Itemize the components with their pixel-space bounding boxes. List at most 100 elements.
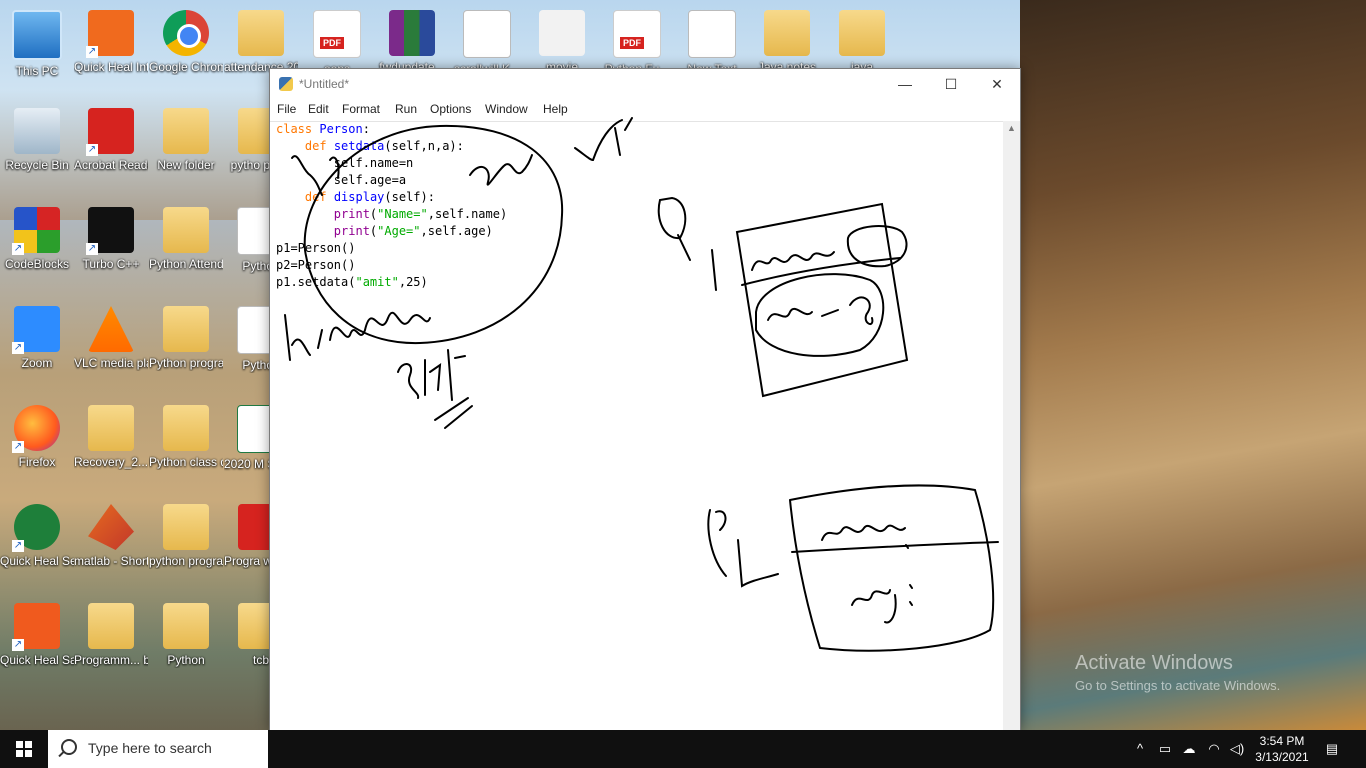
maximize-button[interactable]: ☐ — [928, 69, 974, 100]
system-clock[interactable]: 3:54 PM 3/13/2021 — [1252, 733, 1312, 765]
code-line[interactable]: def setdata(self,n,a): — [276, 138, 507, 155]
icon-label: Quick Heal Internet ... — [74, 60, 148, 74]
code-text[interactable]: class Person: def setdata(self,n,a): sel… — [276, 121, 507, 291]
idle-editor-window: *Untitled* — ☐ ✕ File Edit Format Run Op… — [269, 68, 1021, 732]
folder-icon — [88, 603, 134, 649]
scroll-up-icon[interactable]: ▲ — [1007, 123, 1016, 133]
desktop-icon-java[interactable]: java — [825, 10, 899, 75]
desktop-icon-matlab[interactable]: matlab - Shortcut — [74, 504, 148, 569]
desktop-icon-turbo-cpp[interactable]: Turbo C++ — [74, 207, 148, 272]
file-icon — [539, 10, 585, 56]
icon-label: Zoom — [21, 356, 53, 370]
icon-label: matlab - Shortcut — [74, 554, 148, 568]
code-editor[interactable]: class Person: def setdata(self,n,a): sel… — [270, 121, 1002, 731]
desktop-icon-recovery[interactable]: Recovery_2... — [74, 405, 148, 470]
folder-icon — [163, 207, 209, 253]
folder-icon — [163, 603, 209, 649]
desktop-icon-python-fu[interactable]: PDFPython Fu... — [600, 10, 674, 77]
desktop-icon-quick-heal[interactable]: Quick Heal Internet ... — [74, 10, 148, 75]
icon-label: This PC — [15, 64, 59, 78]
matlab-icon — [88, 504, 134, 550]
menu-window[interactable]: Window — [485, 102, 528, 116]
icon-label: VLC media player — [74, 356, 148, 370]
desktop-icon-java-notes[interactable]: Java notes — [750, 10, 824, 75]
desktop-icon-new-folder[interactable]: New folder — [149, 108, 223, 173]
icon-label: python programs — [149, 554, 223, 568]
code-line[interactable]: p1=Person() — [276, 240, 507, 257]
menu-edit[interactable]: Edit — [308, 102, 329, 116]
battery-icon[interactable]: ▭ — [1156, 730, 1174, 768]
code-line[interactable]: p2=Person() — [276, 257, 507, 274]
icon-label: Python — [167, 653, 205, 667]
code-line[interactable]: print("Age=",self.age) — [276, 223, 507, 240]
safe-banking-icon — [12, 603, 60, 651]
icon-label: Python class details — [149, 455, 223, 469]
taskbar: Type here to search ^ ▭ ☁ ◠ ◁) 3:54 PM 3… — [0, 730, 1366, 768]
desktop-icon-scrollwill[interactable]: scrollwill K... — [450, 10, 524, 77]
minimize-button[interactable]: — — [882, 69, 928, 100]
desktop-icon-python-class-details[interactable]: Python class details — [149, 405, 223, 470]
zoom-icon — [12, 306, 60, 354]
desktop-icon-programming-books[interactable]: Programm... books — [74, 603, 148, 668]
desktop-icon-fwdupdate[interactable]: fwdupdate... — [375, 10, 449, 75]
folder-icon — [163, 108, 209, 154]
desktop-icon-python-attendance[interactable]: Python Attendance — [149, 207, 223, 272]
code-line[interactable]: class Person: — [276, 121, 507, 138]
desktop-icon-vlc[interactable]: VLC media player — [74, 306, 148, 371]
desktop-icon-attendance[interactable]: attendance 202 — [224, 10, 298, 75]
quick-heal-icon — [86, 10, 134, 58]
icon-label: Google Chrome — [149, 60, 223, 74]
desktop-icon-python-programs[interactable]: python programs — [149, 504, 223, 569]
close-button[interactable]: ✕ — [974, 69, 1020, 100]
title-bar[interactable]: *Untitled* — ☐ ✕ — [270, 69, 1020, 100]
desktop-icon-quick-heal-browser[interactable]: Quick Heal Secure Br... — [0, 504, 74, 569]
chrome-icon — [163, 10, 209, 56]
desktop-icon-chrome[interactable]: Google Chrome — [149, 10, 223, 75]
volume-icon[interactable]: ◁) — [1228, 730, 1246, 768]
text-file-icon — [688, 10, 736, 58]
vertical-scrollbar[interactable]: ▲ — [1003, 121, 1020, 731]
desktop-icon-python-folder[interactable]: Python — [149, 603, 223, 668]
menu-help[interactable]: Help — [543, 102, 568, 116]
windows-logo-icon — [16, 741, 32, 757]
folder-icon — [163, 306, 209, 352]
desktop-icon-new-text[interactable]: New Text — [675, 10, 749, 77]
icon-label: Python program_2... — [149, 356, 223, 370]
folder-icon — [163, 504, 209, 550]
python-icon — [279, 77, 293, 91]
notification-icon[interactable]: ▤ — [1322, 730, 1342, 768]
desktop-icon-recycle-bin[interactable]: Recycle Bin — [0, 108, 74, 173]
menu-file[interactable]: File — [277, 102, 296, 116]
word-doc-icon — [463, 10, 511, 58]
menu-options[interactable]: Options — [430, 102, 471, 116]
taskbar-search[interactable]: Type here to search — [48, 730, 268, 768]
desktop-icon-codeblocks[interactable]: CodeBlocks — [0, 207, 74, 272]
desktop-icon-movie[interactable]: movie — [525, 10, 599, 75]
code-line[interactable]: def display(self): — [276, 189, 507, 206]
desktop-icon-safe-banking[interactable]: Quick Heal Safe Banking — [0, 603, 74, 668]
winrar-icon — [389, 10, 435, 56]
desktop-icon-this-pc[interactable]: This PC — [0, 10, 74, 79]
icon-label: Firefox — [18, 455, 56, 469]
desktop-icon-oops[interactable]: PDFoops — [300, 10, 374, 77]
onedrive-icon[interactable]: ☁ — [1180, 730, 1198, 768]
start-button[interactable] — [0, 730, 48, 768]
tray-chevron-icon[interactable]: ^ — [1132, 730, 1148, 768]
wifi-icon[interactable]: ◠ — [1205, 730, 1223, 768]
icon-label: Quick Heal Secure Br... — [0, 554, 74, 568]
menu-bar: File Edit Format Run Options Window Help — [270, 100, 1020, 122]
code-line[interactable]: self.age=a — [276, 172, 507, 189]
code-line[interactable]: print("Name=",self.name) — [276, 206, 507, 223]
menu-format[interactable]: Format — [342, 102, 380, 116]
desktop-icon-acrobat[interactable]: Acrobat Reader DC — [74, 108, 148, 173]
activation-watermark-text: Go to Settings to activate Windows. — [1075, 678, 1281, 693]
desktop-icon-python-program-2[interactable]: Python program_2... — [149, 306, 223, 371]
menu-run[interactable]: Run — [395, 102, 417, 116]
clock-time: 3:54 PM — [1259, 734, 1305, 748]
desktop-icon-zoom[interactable]: Zoom — [0, 306, 74, 371]
code-line[interactable]: self.name=n — [276, 155, 507, 172]
desktop-icon-firefox[interactable]: Firefox — [0, 405, 74, 470]
code-line[interactable]: p1.setdata("amit",25) — [276, 274, 507, 291]
wallpaper-right — [1020, 0, 1366, 730]
folder-icon — [764, 10, 810, 56]
